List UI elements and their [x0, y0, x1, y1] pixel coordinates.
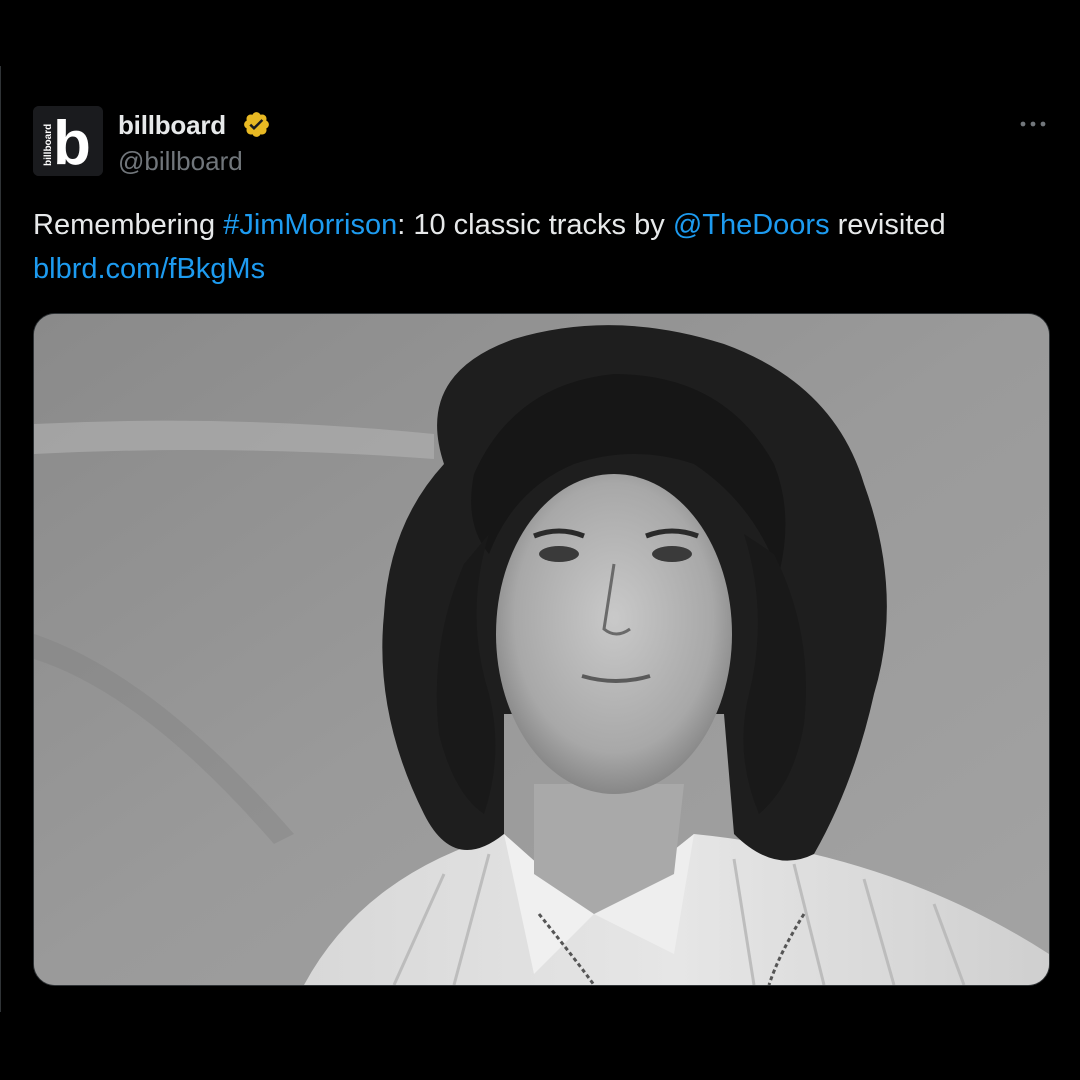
tweet-text: Remembering #JimMorrison: 10 classic tra… [33, 203, 1043, 291]
text-segment: revisited [829, 209, 946, 241]
tweet-media-photo[interactable] [33, 313, 1050, 986]
mention-link[interactable]: @TheDoors [673, 209, 830, 241]
author-handle[interactable]: @billboard [118, 145, 243, 177]
avatar-letter: b [53, 109, 91, 176]
verified-badge-icon[interactable] [242, 110, 271, 139]
text-segment: Remembering [33, 209, 224, 241]
avatar-wordmark: billboard [43, 124, 54, 166]
avatar[interactable]: b billboard [33, 106, 103, 176]
text-segment: : 10 classic tracks by [397, 209, 673, 241]
portrait-photo [34, 314, 1049, 985]
more-horizontal-icon[interactable] [1017, 114, 1051, 134]
screenshot-frame: b billboard billboard @billboard Remembe… [0, 0, 1080, 1080]
author-display-name[interactable]: billboard [118, 109, 226, 141]
billboard-logo-icon: b billboard [33, 106, 103, 176]
url-link[interactable]: blbrd.com/fBkgMs [33, 253, 265, 285]
hashtag-link[interactable]: #JimMorrison [223, 209, 397, 241]
tweet[interactable]: b billboard billboard @billboard Remembe… [0, 66, 1080, 1012]
